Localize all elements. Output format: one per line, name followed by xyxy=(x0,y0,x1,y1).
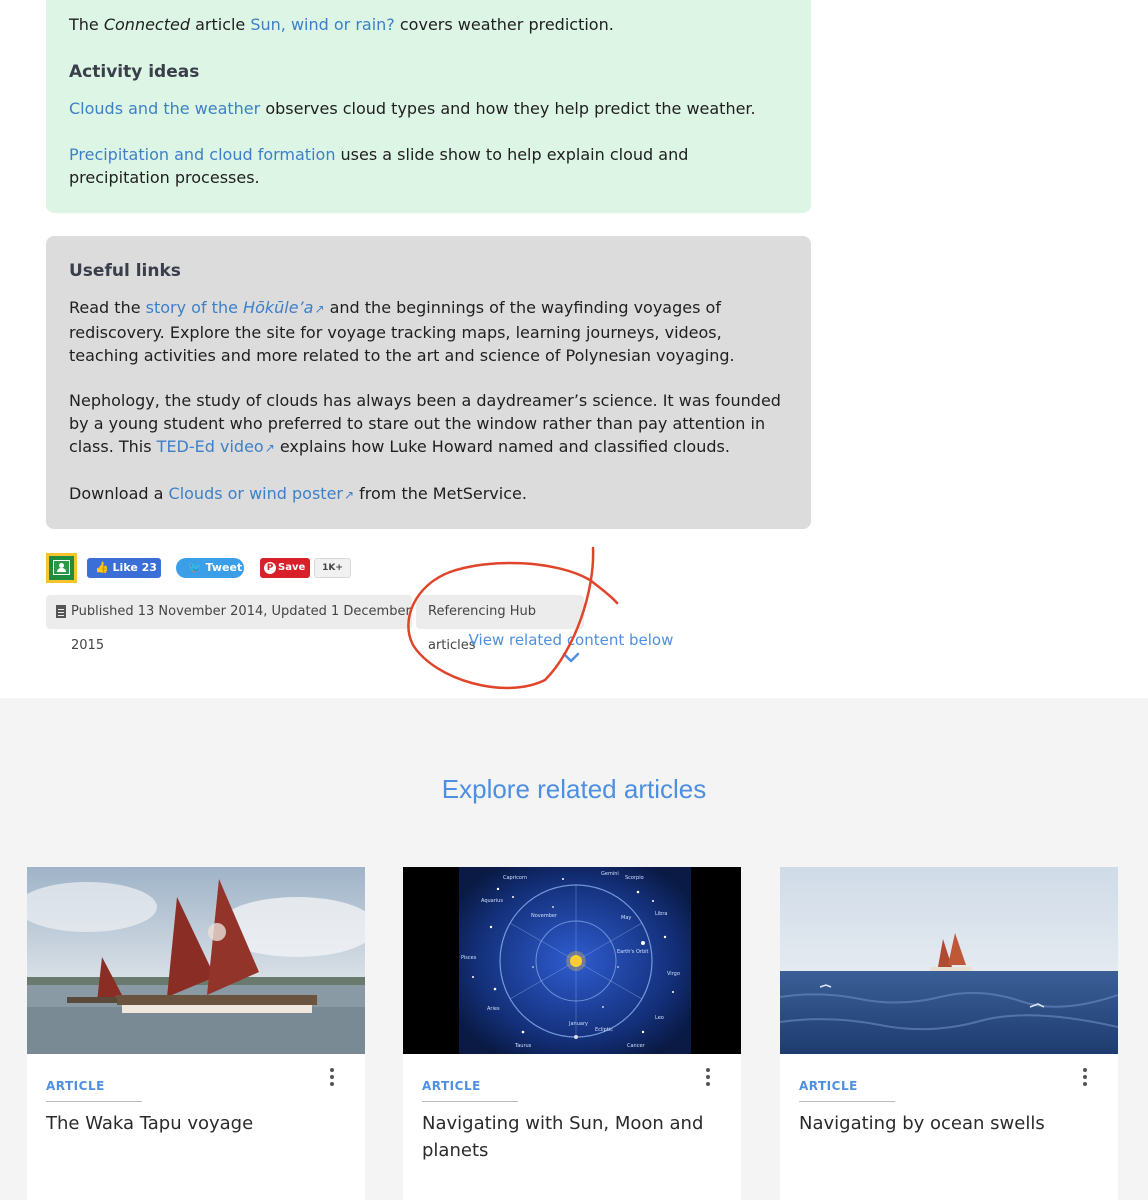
precipitation-link[interactable]: Precipitation and cloud formation xyxy=(69,145,335,164)
tweet-button[interactable]: 🐦 Tweet xyxy=(176,558,244,578)
svg-text:November: November xyxy=(531,913,558,919)
clouds-weather-link[interactable]: Clouds and the weather xyxy=(69,99,260,118)
svg-text:Ecliptic: Ecliptic xyxy=(595,1027,613,1033)
svg-text:Pisces: Pisces xyxy=(461,955,477,961)
connected-article-line: The Connected article Sun, wind or rain?… xyxy=(69,15,614,34)
external-link-icon: ↗ xyxy=(264,441,275,455)
article-card-waka-tapu[interactable]: ARTICLE The Waka Tapu voyage xyxy=(27,867,365,1200)
google-classroom-button[interactable] xyxy=(46,553,77,583)
more-options-icon[interactable] xyxy=(1080,1068,1090,1088)
thumbs-up-icon: 👍 xyxy=(95,561,109,574)
useful-links-paragraph-1: Read the story of the Hōkūle’a↗ and the … xyxy=(69,298,735,365)
more-options-icon[interactable] xyxy=(703,1068,713,1088)
related-articles-section: Explore related articles ARTICLE The Wak… xyxy=(0,698,1148,1200)
article-title[interactable]: Navigating with Sun, Moon and planets xyxy=(422,1110,712,1164)
article-card-ocean-swells[interactable]: ARTICLE Navigating by ocean swells xyxy=(780,867,1118,1200)
external-link-icon: ↗ xyxy=(343,488,355,502)
sun-wind-rain-link[interactable]: Sun, wind or rain? xyxy=(250,15,394,34)
waka-tapu-image xyxy=(27,867,365,1054)
svg-text:Scorpio: Scorpio xyxy=(625,875,644,881)
svg-text:Virgo: Virgo xyxy=(667,971,680,977)
activity-idea-2: Precipitation and cloud formation uses a… xyxy=(69,145,689,187)
article-title[interactable]: The Waka Tapu voyage xyxy=(46,1110,336,1137)
article-tag: ARTICLE xyxy=(46,1079,105,1093)
article-tag: ARTICLE xyxy=(799,1079,858,1093)
svg-text:Aries: Aries xyxy=(487,1006,500,1012)
facebook-like-button[interactable]: 👍 Like 23 xyxy=(87,558,161,578)
red-circle-annotation xyxy=(407,546,619,690)
article-tag: ARTICLE xyxy=(422,1079,481,1093)
activity-ideas-box: The Connected article Sun, wind or rain?… xyxy=(46,0,811,213)
more-options-icon[interactable] xyxy=(327,1068,337,1088)
published-date: Published 13 November 2014, Updated 1 De… xyxy=(46,595,412,653)
useful-links-box: Useful links Read the story of the Hōkūl… xyxy=(46,236,811,529)
activity-ideas-heading: Activity ideas xyxy=(69,62,200,82)
svg-text:Leo: Leo xyxy=(655,1015,664,1021)
social-share-bar: 👍 Like 23 🐦 Tweet P Save 1K+ xyxy=(46,553,446,583)
related-articles-heading: Explore related articles xyxy=(441,774,707,804)
hokulea-story-link[interactable]: story of the Hōkūle’a↗ xyxy=(146,298,325,317)
external-link-icon: ↗ xyxy=(314,302,325,316)
useful-links-heading: Useful links xyxy=(69,261,181,281)
pinterest-icon: P xyxy=(264,562,276,574)
article-title[interactable]: Navigating by ocean swells xyxy=(799,1110,1089,1137)
ted-ed-video-link[interactable]: TED-Ed video↗ xyxy=(157,437,275,456)
svg-text:Earth's Orbit: Earth's Orbit xyxy=(617,949,649,955)
article-card-sun-moon-planets[interactable]: Capricorn Scorpio Aquarius Libra Pisces … xyxy=(403,867,741,1200)
svg-text:Capricorn: Capricorn xyxy=(503,875,527,881)
svg-text:Gemini: Gemini xyxy=(601,871,619,877)
svg-text:Libra: Libra xyxy=(655,911,667,917)
svg-text:May: May xyxy=(621,915,631,921)
svg-text:Cancer: Cancer xyxy=(627,1043,646,1049)
svg-text:January: January xyxy=(568,1021,588,1027)
clouds-wind-poster-link[interactable]: Clouds or wind poster↗ xyxy=(169,484,355,503)
svg-text:Aquarius: Aquarius xyxy=(481,898,503,904)
svg-text:Taurus: Taurus xyxy=(514,1043,532,1049)
activity-idea-1: Clouds and the weather observes cloud ty… xyxy=(69,99,756,118)
useful-links-paragraph-2: Nephology, the study of clouds has alway… xyxy=(69,391,781,456)
twitter-bird-icon: 🐦 xyxy=(188,561,202,574)
star-chart-image: Capricorn Scorpio Aquarius Libra Pisces … xyxy=(403,867,741,1054)
pinterest-save-button[interactable]: P Save xyxy=(260,558,310,578)
useful-links-paragraph-3: Download a Clouds or wind poster↗ from t… xyxy=(69,484,527,503)
pinterest-count-badge: 1K+ xyxy=(314,558,351,578)
document-icon xyxy=(56,605,66,618)
ocean-swells-image xyxy=(780,867,1118,1054)
